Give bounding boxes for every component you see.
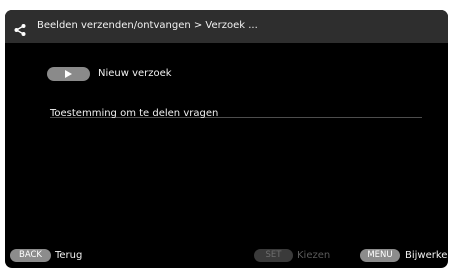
back-label: Terug — [55, 250, 83, 261]
footer-key-guide: BACK Terug SET Kiezen MENU Bijwerken — [5, 248, 448, 264]
set-label: Kiezen — [297, 250, 331, 261]
share-icon — [14, 21, 26, 36]
set-key-button[interactable]: SET — [254, 249, 293, 262]
page-title: Beelden verzenden/ontvangen > Verzoek ..… — [37, 20, 258, 31]
play-icon — [65, 70, 72, 78]
play-button[interactable] — [47, 67, 90, 81]
back-key-button[interactable]: BACK — [10, 249, 51, 262]
header-bar: Beelden verzenden/ontvangen > Verzoek ..… — [5, 10, 448, 43]
camera-screen: Beelden verzenden/ontvangen > Verzoek ..… — [5, 10, 448, 268]
menu-label: Bijwerken — [405, 250, 448, 261]
permission-request-label: Toestemming om te delen vragen — [50, 108, 219, 119]
permission-request-item[interactable]: Toestemming om te delen vragen — [50, 101, 422, 119]
new-request-label: Nieuw verzoek — [98, 68, 172, 79]
menu-key-button[interactable]: MENU — [360, 249, 400, 262]
